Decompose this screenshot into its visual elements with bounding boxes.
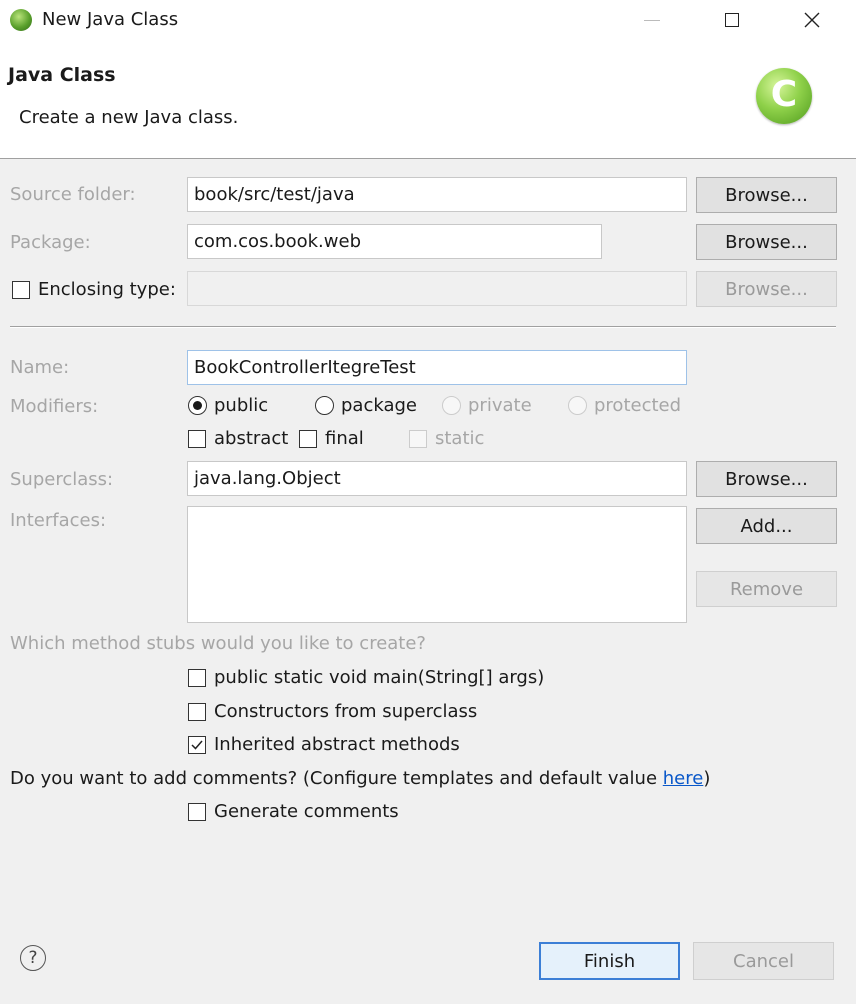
modifier-final-checkbox[interactable] [299,430,317,448]
package-browse-button[interactable]: Browse... [696,224,837,260]
add-interface-button[interactable]: Add... [696,508,837,544]
stub-inherited-label: Inherited abstract methods [214,734,460,755]
package-input[interactable]: com.cos.book.web [187,224,602,259]
comments-question: Do you want to add comments? (Configure … [10,768,711,789]
enclosing-type-label: Enclosing type: [38,279,176,300]
modifier-static-checkbox[interactable] [409,430,427,448]
maximize-button[interactable] [700,0,764,40]
source-folder-input[interactable]: book/src/test/java [187,177,687,212]
modifier-package-radio[interactable] [315,396,334,415]
stub-main-checkbox[interactable] [188,669,206,687]
finish-button[interactable]: Finish [539,942,680,980]
source-folder-browse-button[interactable]: Browse... [696,177,837,213]
cancel-button[interactable]: Cancel [693,942,834,980]
modifier-abstract-label: abstract [214,428,289,449]
remove-interface-button[interactable]: Remove [696,571,837,607]
stub-inherited-checkbox[interactable] [188,736,206,754]
modifier-protected-label: protected [594,395,682,416]
source-folder-label: Source folder: [10,184,136,205]
eclipse-icon [10,9,32,31]
window-title: New Java Class [42,9,179,30]
close-button[interactable] [780,0,844,40]
modifier-public-radio[interactable] [188,396,207,415]
enclosing-type-input[interactable] [187,271,687,306]
modifier-final-label: final [325,428,364,449]
method-stubs-question: Which method stubs would you like to cre… [10,633,426,654]
minimize-icon [644,19,660,21]
enclosing-type-checkbox[interactable] [12,281,30,299]
modifier-protected-radio[interactable] [568,396,587,415]
dialog-header [0,40,856,159]
radio-selected-dot [193,401,202,410]
superclass-input[interactable]: java.lang.Object [187,461,687,496]
checkmark-icon [191,740,203,750]
modifiers-label: Modifiers: [10,396,99,417]
modifier-package-label: package [341,395,417,416]
stub-constructors-checkbox[interactable] [188,703,206,721]
generate-comments-label: Generate comments [214,801,399,822]
interfaces-list[interactable] [187,506,687,623]
stub-constructors-label: Constructors from superclass [214,701,478,722]
modifier-private-radio[interactable] [442,396,461,415]
modifier-private-label: private [468,395,532,416]
minimize-button[interactable] [620,0,684,40]
modifier-abstract-checkbox[interactable] [188,430,206,448]
page-description: Create a new Java class. [19,107,239,128]
form-separator [10,326,836,328]
page-title: Java Class [8,64,116,86]
name-label: Name: [10,357,70,378]
java-class-icon: C [756,68,812,124]
generate-comments-checkbox[interactable] [188,803,206,821]
interfaces-label: Interfaces: [10,510,107,531]
modifier-public-label: public [214,395,269,416]
modifier-static-label: static [435,428,485,449]
enclosing-type-browse-button[interactable]: Browse... [696,271,837,307]
configure-templates-link[interactable]: here [663,768,704,789]
help-icon[interactable]: ? [20,945,46,971]
maximize-icon [725,13,739,27]
superclass-browse-button[interactable]: Browse... [696,461,837,497]
superclass-label: Superclass: [10,469,114,490]
name-input[interactable]: BookControllerItegreTest [187,350,687,385]
close-icon [804,12,820,28]
package-label: Package: [10,232,91,253]
stub-main-label: public static void main(String[] args) [214,667,545,688]
